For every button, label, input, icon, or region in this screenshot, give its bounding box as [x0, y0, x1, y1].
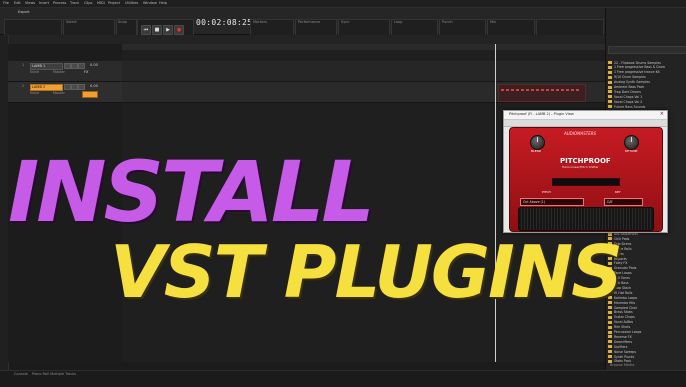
folder-icon: [608, 330, 612, 334]
track-volume[interactable]: 0.00: [90, 84, 98, 89]
pitch-label: PITCH: [542, 190, 551, 194]
menu-file[interactable]: File: [3, 1, 9, 5]
folder-icon: [608, 315, 612, 319]
menu-insert[interactable]: Insert: [39, 1, 49, 5]
track-output[interactable]: Master: [53, 91, 65, 96]
performance-label: Performance: [298, 20, 321, 24]
pitchproof-pedal: AUDIOMASTERS BLEND DETUNE PITCHPROOF Har…: [509, 127, 663, 232]
blend-knob[interactable]: [530, 135, 545, 150]
folder-icon: [608, 85, 612, 89]
menu-edit[interactable]: Edit: [14, 1, 21, 5]
product-name: PITCHPROOF: [560, 157, 611, 165]
key-select[interactable]: G/E: [604, 198, 643, 206]
menu-midi[interactable]: MIDI: [97, 1, 105, 5]
footswitch-grille[interactable]: [518, 207, 654, 231]
folder-icon: [608, 340, 612, 344]
punch-label: Punch: [442, 20, 453, 24]
arm-button[interactable]: [78, 63, 85, 69]
blend-label: BLEND: [531, 149, 542, 153]
menu-bar: File Edit Views Insert Process Track Cli…: [0, 0, 686, 8]
menu-clips[interactable]: Clips: [84, 1, 92, 5]
detune-knob[interactable]: [624, 135, 639, 150]
time-display[interactable]: 00:02:08:25: [196, 18, 252, 27]
control-bar: Export Select Snap ⏮ ■ ▶ ● 00:02:08:25 M…: [0, 8, 686, 41]
record-button[interactable]: ●: [174, 25, 184, 35]
folder-icon: [608, 65, 612, 69]
midi-clip[interactable]: [498, 84, 586, 102]
browser-path-field[interactable]: [608, 46, 686, 54]
folder-icon: [608, 105, 612, 109]
preset-label[interactable]: Export: [18, 10, 29, 15]
play-button[interactable]: ▶: [163, 25, 173, 35]
browser-footer[interactable]: Browse Media: [610, 363, 634, 368]
folder-icon: [608, 70, 612, 74]
console-tab[interactable]: Console: [14, 372, 28, 377]
playhead[interactable]: [495, 44, 496, 362]
folder-icon: [608, 61, 612, 64]
folder-icon: [608, 350, 612, 354]
key-label: KEY: [615, 190, 621, 194]
pitch-select[interactable]: Oct Above (1): [520, 198, 584, 206]
folder-icon: [608, 95, 612, 99]
detune-label: DETUNE: [625, 149, 638, 153]
loop-label: Loop: [394, 20, 403, 24]
track-output[interactable]: Master: [53, 70, 65, 75]
menu-views[interactable]: Views: [25, 1, 35, 5]
solo-button[interactable]: [71, 63, 78, 69]
plugin-window[interactable]: Pitchproof (Fl - LAMB 2) - Plugin View ×…: [503, 110, 668, 233]
folder-icon: [608, 335, 612, 339]
multidock-tabs[interactable]: Piano Roll Multiple Tracks: [32, 372, 76, 377]
clip-notes: [501, 89, 581, 91]
close-icon[interactable]: ×: [660, 111, 664, 117]
track-2[interactable]: 2 LAMB 2 None Master 0.00: [8, 82, 122, 103]
arm-button[interactable]: [78, 84, 85, 90]
tools-label: Select: [66, 20, 77, 24]
overlay-install-text: INSTALL: [8, 143, 375, 241]
plugin-window-title: Pitchproof (Fl - LAMB 2) - Plugin View: [509, 112, 574, 116]
rewind-button[interactable]: ⏮: [141, 25, 151, 35]
plugin-window-title-bar[interactable]: Pitchproof (Fl - LAMB 2) - Plugin View ×: [504, 111, 667, 120]
markers-label: Markers: [253, 20, 267, 24]
track-lane-2[interactable]: [122, 82, 605, 103]
track-number: 1: [22, 63, 25, 67]
fx-bin[interactable]: [82, 91, 98, 98]
folder-icon: [608, 75, 612, 79]
mix-label: Mix: [490, 20, 497, 24]
overlay-vst-plugins-text: VST PLUGINS: [110, 230, 623, 314]
folder-icon: [608, 90, 612, 94]
stop-button[interactable]: ■: [152, 25, 162, 35]
menu-utilities[interactable]: Utilities: [125, 1, 138, 5]
snap-label: Snap: [118, 20, 127, 24]
track-1[interactable]: 1 LAMB 1 None Master FX 0.00: [8, 61, 122, 82]
solo-button[interactable]: [71, 84, 78, 90]
track-lane-1[interactable]: [122, 61, 605, 82]
menu-help[interactable]: Help: [159, 1, 167, 5]
status-bar: Console Piano Roll Multiple Tracks: [0, 370, 686, 387]
track-input[interactable]: None: [30, 70, 39, 75]
track-number: 2: [22, 84, 25, 88]
track-name-field[interactable]: LAMB 2: [30, 84, 63, 91]
track-input[interactable]: None: [30, 91, 39, 96]
menu-project[interactable]: Project: [108, 1, 120, 5]
menu-process[interactable]: Process: [53, 1, 66, 5]
folder-icon: [608, 325, 612, 329]
folder-icon: [608, 355, 612, 358]
brand-logo: AUDIOMASTERS: [564, 131, 597, 136]
folder-icon: [608, 320, 612, 324]
menu-track[interactable]: Track: [70, 1, 79, 5]
track-volume[interactable]: 0.00: [90, 63, 98, 68]
mute-button[interactable]: [64, 63, 71, 69]
mute-button[interactable]: [64, 84, 71, 90]
product-subtitle: Harmoniser/Pitch Shifter: [562, 165, 599, 169]
folder-icon: [608, 80, 612, 84]
pitch-display: [552, 178, 620, 186]
plugin-window-toolbar: [504, 120, 667, 127]
sync-label: Sync: [341, 20, 350, 24]
track-name-field[interactable]: LAMB 1: [30, 63, 63, 70]
folder-icon: [608, 345, 612, 349]
folder-icon: [608, 100, 612, 104]
menu-window[interactable]: Window: [143, 1, 157, 5]
track-fx[interactable]: FX: [84, 70, 88, 75]
